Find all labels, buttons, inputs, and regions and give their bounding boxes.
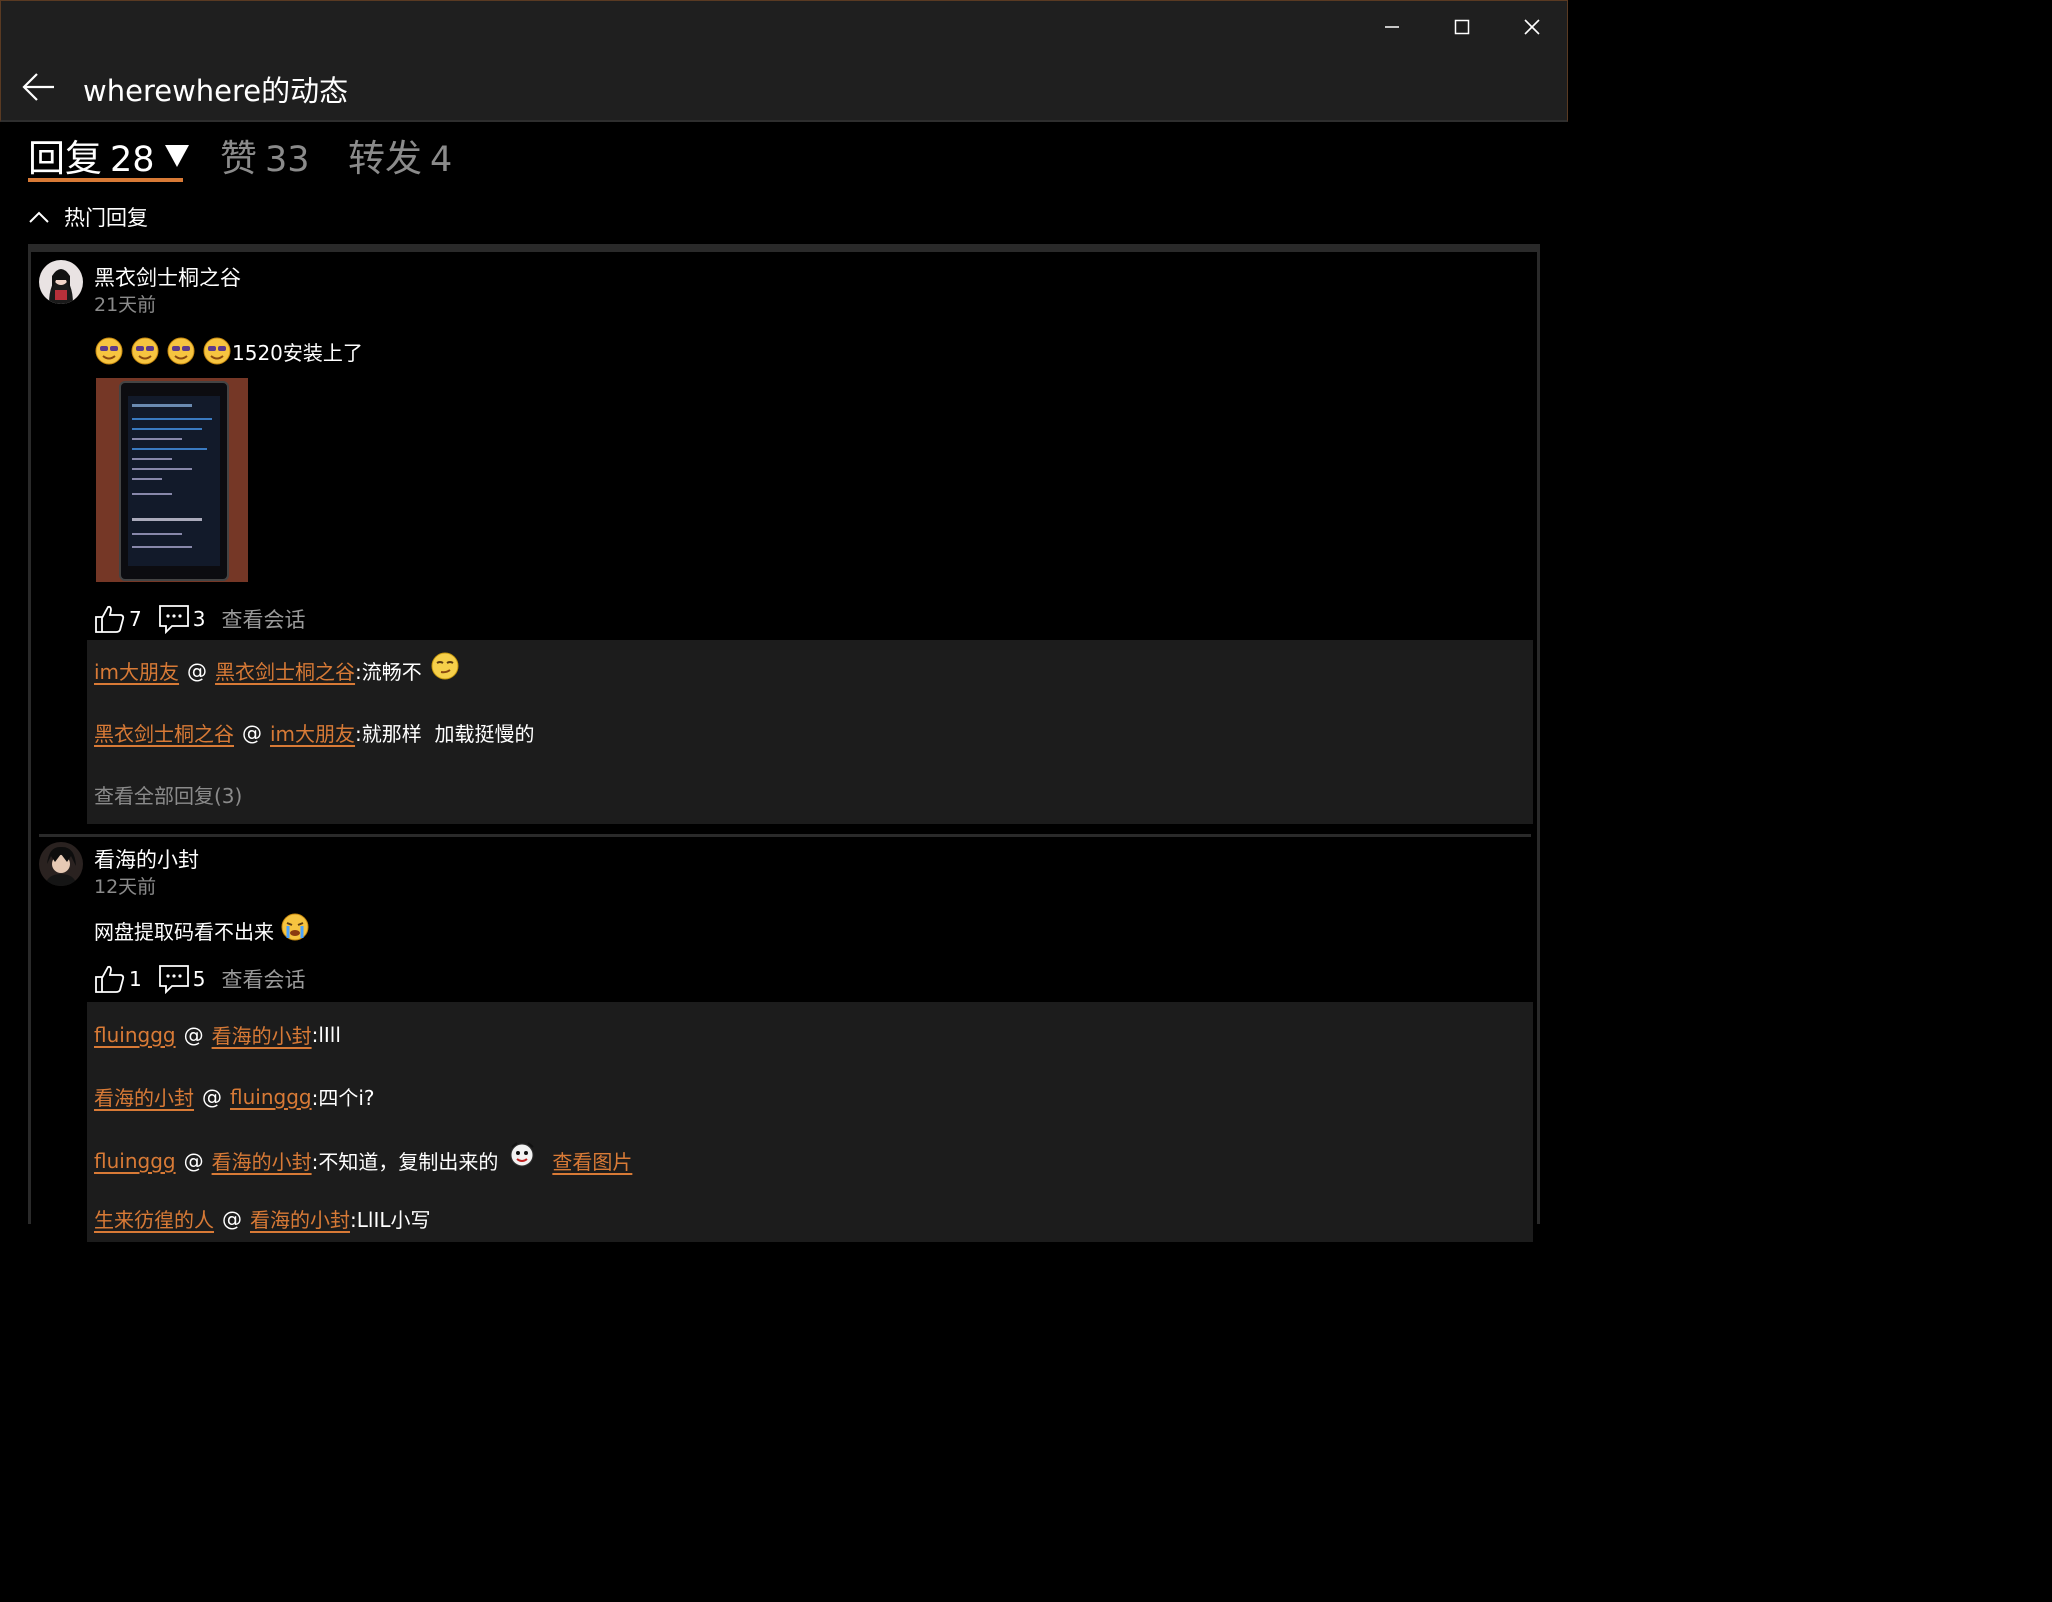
smirk-emoji-icon (431, 652, 459, 679)
like-count: 1 (129, 967, 142, 991)
tab-forwards-count: 4 (430, 140, 453, 180)
tab-forwards[interactable]: 转发 4 (348, 128, 452, 182)
cool-emoji-icon (95, 337, 123, 365)
avatar[interactable] (39, 842, 83, 886)
sub-reply-author-link[interactable]: im大朋友 (94, 656, 179, 685)
tab-likes-count: 33 (265, 140, 310, 180)
comment-count: 5 (192, 967, 206, 991)
reply-content: 1520安装上了 (94, 336, 363, 366)
sub-replies-panel: fluinggg @ 看海的小封:lIll 看海的小封 @ fluinggg:四个i? … (87, 1002, 1533, 1242)
comment-icon (158, 965, 189, 994)
page-title: wherewhere的动态 (83, 74, 349, 108)
view-conversation-link[interactable]: 查看会话 (221, 964, 305, 994)
reply-actions: 1 5 查看会话 (94, 962, 305, 996)
at-sign: @ (183, 1022, 204, 1047)
sub-reply: 生来彷徨的人 @ 看海的小封:LlIL小写 (94, 1204, 430, 1233)
hot-replies-toggle[interactable]: 热门回复 (28, 202, 148, 232)
tab-likes-label: 赞 (220, 137, 257, 180)
reply-list: 黑衣剑士桐之谷 21天前 1520安装上了 7 3 查看会话 im大朋友 @ 黑… (28, 244, 1540, 1242)
sub-reply-text: :lIll (311, 1022, 341, 1047)
back-button[interactable] (19, 67, 59, 107)
reply-actions: 7 3 查看会话 (94, 602, 305, 636)
maximize-icon (1454, 19, 1470, 35)
view-all-replies-link[interactable]: 查看全部回复(3) (94, 780, 242, 809)
sub-reply-target-link[interactable]: 黑衣剑士桐之谷 (215, 656, 355, 685)
maximize-button[interactable] (1436, 9, 1488, 45)
tab-replies-count: 28 (110, 140, 155, 180)
minimize-icon (1385, 26, 1399, 28)
reply-content: 网盘提取码看不出来 (94, 913, 316, 945)
sub-reply-target-link[interactable]: fluinggg (230, 1085, 312, 1109)
at-sign: @ (242, 720, 262, 745)
sub-reply: 看海的小封 @ fluinggg:四个i? (94, 1082, 375, 1111)
timestamp: 12天前 (94, 876, 157, 898)
reply-item: 看海的小封 12天前 网盘提取码看不出来 1 5 查看会话 fluinggg @ 看… (39, 842, 1533, 1242)
reply-text: 1520安装上了 (232, 340, 363, 365)
cool-emoji-icon (167, 337, 195, 365)
sub-reply: 黑衣剑士桐之谷 @ im大朋友:就那样 加载挺慢的 (94, 718, 535, 747)
avatar[interactable] (39, 260, 83, 304)
at-sign: @ (202, 1084, 222, 1109)
view-image-link[interactable]: 查看图片 (552, 1146, 632, 1175)
tab-replies-label: 回复 (28, 137, 102, 180)
cool-emoji-icon (203, 337, 231, 365)
minimize-button[interactable] (1366, 9, 1418, 45)
sub-reply-target-link[interactable]: 看海的小封 (212, 1146, 312, 1175)
chevron-up-icon (29, 211, 49, 223)
at-sign: @ (183, 1148, 204, 1173)
sub-reply-target-link[interactable]: 看海的小封 (250, 1204, 350, 1233)
close-button[interactable] (1506, 9, 1558, 45)
sub-reply-author-link[interactable]: fluinggg (94, 1023, 176, 1047)
tab-bar: 回复 28 赞 33 转发 4 (28, 128, 628, 184)
active-tab-indicator (28, 178, 183, 182)
like-count: 7 (129, 607, 142, 631)
sub-reply-text: :就那样 加载挺慢的 (355, 722, 535, 746)
sub-reply: fluinggg @ 看海的小封:不知道，复制出来的 查看图片 (94, 1141, 632, 1175)
user-name[interactable]: 看海的小封 (94, 844, 199, 874)
reply-text: 网盘提取码看不出来 (94, 920, 274, 944)
tab-forwards-label: 转发 (348, 137, 422, 180)
sticker-emoji-icon (510, 1141, 534, 1166)
crying-emoji-icon (281, 913, 309, 940)
comment-button[interactable]: 3 (158, 604, 206, 634)
sub-reply-author-link[interactable]: 黑衣剑士桐之谷 (94, 718, 234, 747)
sub-reply-text: :流畅不 (355, 660, 422, 684)
thumbs-up-icon (95, 605, 125, 633)
cool-emoji-icon (131, 337, 159, 365)
tab-likes[interactable]: 赞 33 (220, 128, 310, 182)
timestamp: 21天前 (94, 294, 157, 316)
sort-dropdown-icon[interactable] (164, 145, 189, 167)
sub-reply-text: :不知道，复制出来的 (311, 1150, 499, 1174)
comment-icon (158, 605, 189, 634)
sub-reply-text: :LlIL小写 (350, 1208, 431, 1232)
title-bar: wherewhere的动态 (0, 0, 1568, 122)
like-button[interactable]: 7 (94, 604, 142, 634)
sub-reply-author-link[interactable]: 看海的小封 (94, 1082, 194, 1111)
at-sign: @ (187, 658, 208, 683)
sub-reply: fluinggg @ 看海的小封:lIll (94, 1020, 341, 1049)
sub-reply-target-link[interactable]: im大朋友 (270, 718, 355, 747)
sub-reply: im大朋友 @ 黑衣剑士桐之谷:流畅不 (94, 652, 466, 685)
at-sign: @ (222, 1206, 242, 1231)
attached-image[interactable] (96, 378, 248, 582)
like-button[interactable]: 1 (94, 964, 142, 994)
user-name[interactable]: 黑衣剑士桐之谷 (94, 262, 241, 292)
view-conversation-link[interactable]: 查看会话 (221, 604, 305, 634)
back-arrow-icon (22, 73, 54, 101)
reply-item: 黑衣剑士桐之谷 21天前 1520安装上了 7 3 查看会话 im大朋友 @ 黑… (39, 260, 1533, 828)
thumbs-up-icon (95, 965, 125, 993)
divider (39, 834, 1531, 837)
sub-reply-target-link[interactable]: 看海的小封 (212, 1020, 312, 1049)
sub-reply-author-link[interactable]: 生来彷徨的人 (94, 1204, 214, 1233)
sub-reply-author-link[interactable]: fluinggg (94, 1149, 176, 1173)
sub-reply-text: :四个i? (311, 1086, 375, 1110)
sub-replies-panel: im大朋友 @ 黑衣剑士桐之谷:流畅不 黑衣剑士桐之谷 @ im大朋友:就那样 加载挺慢… (87, 640, 1533, 824)
tab-replies[interactable]: 回复 28 (28, 128, 189, 182)
hot-replies-label: 热门回复 (64, 206, 148, 230)
comment-button[interactable]: 5 (158, 964, 206, 994)
close-icon (1524, 19, 1540, 35)
comment-count: 3 (192, 607, 206, 631)
